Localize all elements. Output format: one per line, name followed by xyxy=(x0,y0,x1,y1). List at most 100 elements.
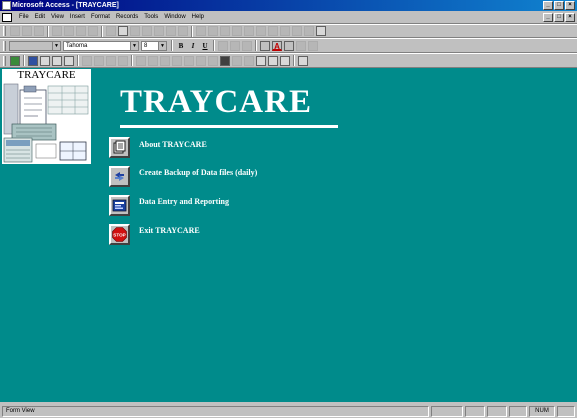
object-combo[interactable]: ▼ xyxy=(9,40,61,51)
fill-color-icon[interactable] xyxy=(260,40,270,51)
exit-button[interactable]: STOP xyxy=(109,224,130,245)
menu-tools[interactable]: Tools xyxy=(141,14,161,20)
toolbar-separator xyxy=(77,55,79,66)
design-view-icon[interactable] xyxy=(10,55,20,66)
line-color-icon[interactable] xyxy=(284,40,294,51)
align-right-icon[interactable] xyxy=(242,40,252,51)
bold-button[interactable]: B xyxy=(176,41,186,51)
format-painter-icon[interactable] xyxy=(118,55,128,66)
office-assistant-icon[interactable] xyxy=(316,26,326,36)
print-icon[interactable] xyxy=(34,26,44,36)
apply-filter-icon[interactable] xyxy=(178,26,188,36)
hyperlink-icon[interactable] xyxy=(148,55,158,66)
sort-asc-icon[interactable] xyxy=(130,26,140,36)
menu-view[interactable]: View xyxy=(48,14,67,20)
italic-button[interactable]: I xyxy=(188,41,198,51)
backup-button[interactable] xyxy=(109,166,130,187)
sort-desc-icon[interactable] xyxy=(172,55,182,66)
mdi-close-button[interactable]: × xyxy=(565,13,575,22)
mdi-restore-button[interactable]: □ xyxy=(554,13,564,22)
menu-format[interactable]: Format xyxy=(88,14,113,20)
database-window-icon[interactable] xyxy=(268,55,278,66)
paste-icon[interactable] xyxy=(106,55,116,66)
align-center-icon[interactable] xyxy=(230,40,240,51)
cut-icon[interactable] xyxy=(82,55,92,66)
access-app-icon[interactable] xyxy=(2,1,11,10)
about-button[interactable] xyxy=(109,137,130,158)
menu-edit[interactable]: Edit xyxy=(32,14,48,20)
menu-help[interactable]: Help xyxy=(189,14,207,20)
cut-icon[interactable] xyxy=(52,26,62,36)
about-icon xyxy=(113,140,126,154)
filter-form-icon[interactable] xyxy=(196,55,206,66)
undo-icon[interactable] xyxy=(136,55,146,66)
menu-window[interactable]: Window xyxy=(161,14,188,20)
status-panel xyxy=(557,405,575,417)
menu-records[interactable]: Records xyxy=(113,14,141,20)
new-record-icon[interactable] xyxy=(232,55,242,66)
line-width-icon[interactable] xyxy=(296,40,306,51)
sort-asc-icon[interactable] xyxy=(160,55,170,66)
mdi-minimize-button[interactable]: _ xyxy=(543,13,553,22)
about-label[interactable]: About TRAYCARE xyxy=(139,140,207,149)
save-icon[interactable] xyxy=(22,26,32,36)
font-size-combo[interactable]: 8 ▼ xyxy=(141,40,167,51)
align-left-icon[interactable] xyxy=(218,40,228,51)
close-button[interactable]: × xyxy=(565,1,575,10)
new-record-icon[interactable] xyxy=(208,26,218,36)
data-entry-button[interactable] xyxy=(109,195,130,216)
font-size-value: 8 xyxy=(144,42,148,49)
exit-label[interactable]: Exit TRAYCARE xyxy=(139,226,200,235)
menu-insert[interactable]: Insert xyxy=(67,14,88,20)
new-object-icon[interactable] xyxy=(280,55,290,66)
properties-icon[interactable] xyxy=(256,26,266,36)
hyperlink-icon[interactable] xyxy=(118,26,128,36)
font-color-icon[interactable]: A xyxy=(272,40,282,51)
minimize-button[interactable]: _ xyxy=(543,1,553,10)
num-lock-indicator: NUM xyxy=(529,405,555,417)
undo-icon[interactable] xyxy=(106,26,116,36)
delete-record-icon[interactable] xyxy=(220,26,230,36)
backup-label[interactable]: Create Backup of Data files (daily) xyxy=(139,168,257,177)
view-icon[interactable] xyxy=(10,26,20,36)
copy-icon[interactable] xyxy=(64,26,74,36)
copy-icon[interactable] xyxy=(94,55,104,66)
paste-icon[interactable] xyxy=(76,26,86,36)
maximize-button[interactable]: □ xyxy=(554,1,564,10)
toolbar-grip[interactable] xyxy=(3,26,6,36)
standard-toolbar xyxy=(0,24,577,38)
font-name-combo[interactable]: Tahoma ▼ xyxy=(63,40,139,51)
find-binoculars-icon[interactable] xyxy=(220,55,230,66)
field-list-icon[interactable] xyxy=(268,26,278,36)
print-preview-icon[interactable] xyxy=(52,55,62,66)
properties-icon[interactable] xyxy=(256,55,266,66)
build-icon[interactable] xyxy=(304,26,314,36)
new-object-icon[interactable] xyxy=(244,26,254,36)
chevron-down-icon[interactable]: ▼ xyxy=(52,41,60,50)
data-entry-label[interactable]: Data Entry and Reporting xyxy=(139,197,229,206)
database-window-icon[interactable] xyxy=(232,26,242,36)
menu-file[interactable]: File xyxy=(16,14,32,20)
special-effect-icon[interactable] xyxy=(308,40,318,51)
chevron-down-icon[interactable]: ▼ xyxy=(158,41,166,50)
filter-selection-icon[interactable] xyxy=(184,55,194,66)
form-view-toolbar xyxy=(0,53,577,68)
filter-icon[interactable] xyxy=(154,26,164,36)
form-document-icon[interactable] xyxy=(2,12,12,22)
print-icon[interactable] xyxy=(40,55,50,66)
toolbox-icon[interactable] xyxy=(280,26,290,36)
delete-record-icon[interactable] xyxy=(244,55,254,66)
format-painter-icon[interactable] xyxy=(88,26,98,36)
apply-filter-icon[interactable] xyxy=(208,55,218,66)
save-icon[interactable] xyxy=(28,55,38,66)
sort-desc-icon[interactable] xyxy=(142,26,152,36)
code-icon[interactable] xyxy=(292,26,302,36)
underline-button[interactable]: U xyxy=(200,41,210,51)
spelling-icon[interactable] xyxy=(64,55,74,66)
office-assistant-icon[interactable] xyxy=(298,55,308,66)
toolbar-grip[interactable] xyxy=(3,40,6,51)
find-icon[interactable] xyxy=(196,26,206,36)
filter-form-icon[interactable] xyxy=(166,26,176,36)
toolbar-grip[interactable] xyxy=(3,55,6,66)
chevron-down-icon[interactable]: ▼ xyxy=(130,41,138,50)
